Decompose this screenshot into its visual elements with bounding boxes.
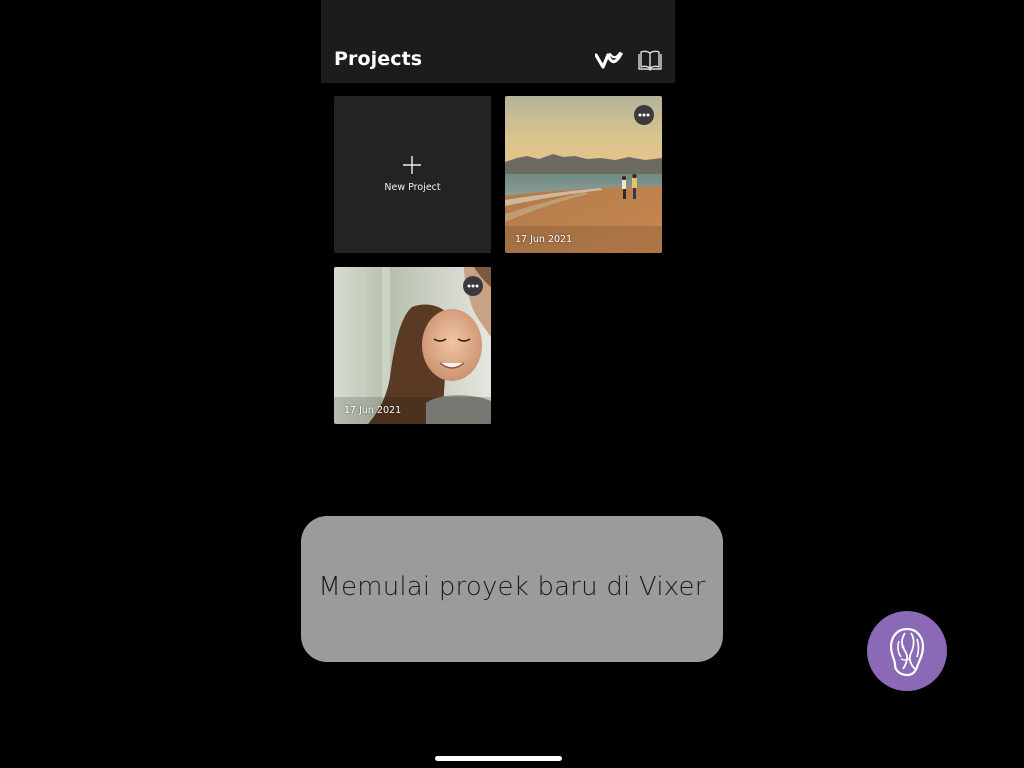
- plus-icon: [403, 156, 421, 174]
- ellipsis-icon: [638, 113, 650, 117]
- page-title: Projects: [334, 48, 423, 70]
- project-date: 17 Jun 2021: [344, 405, 402, 416]
- new-project-label: New Project: [384, 182, 441, 193]
- brand-logo-icon: [867, 611, 947, 691]
- vixer-logo-icon[interactable]: [594, 49, 623, 71]
- book-icon[interactable]: [637, 50, 663, 72]
- caption-text: Memulai proyek baru di Vixer: [318, 572, 706, 602]
- ellipsis-icon: [467, 284, 479, 288]
- more-options-button[interactable]: [634, 105, 654, 125]
- project-tile[interactable]: 17 Jun 2021: [505, 96, 662, 253]
- new-project-tile[interactable]: New Project: [334, 96, 491, 253]
- home-indicator[interactable]: [435, 756, 562, 761]
- caption-box: Memulai proyek baru di Vixer: [301, 516, 723, 662]
- more-options-button[interactable]: [463, 276, 483, 296]
- app-screen: Projects New Project 17 Jun 2021 17 Jun …: [0, 0, 1024, 768]
- project-date: 17 Jun 2021: [515, 234, 573, 245]
- project-tile[interactable]: 17 Jun 2021: [334, 267, 491, 424]
- app-header: Projects: [321, 0, 675, 83]
